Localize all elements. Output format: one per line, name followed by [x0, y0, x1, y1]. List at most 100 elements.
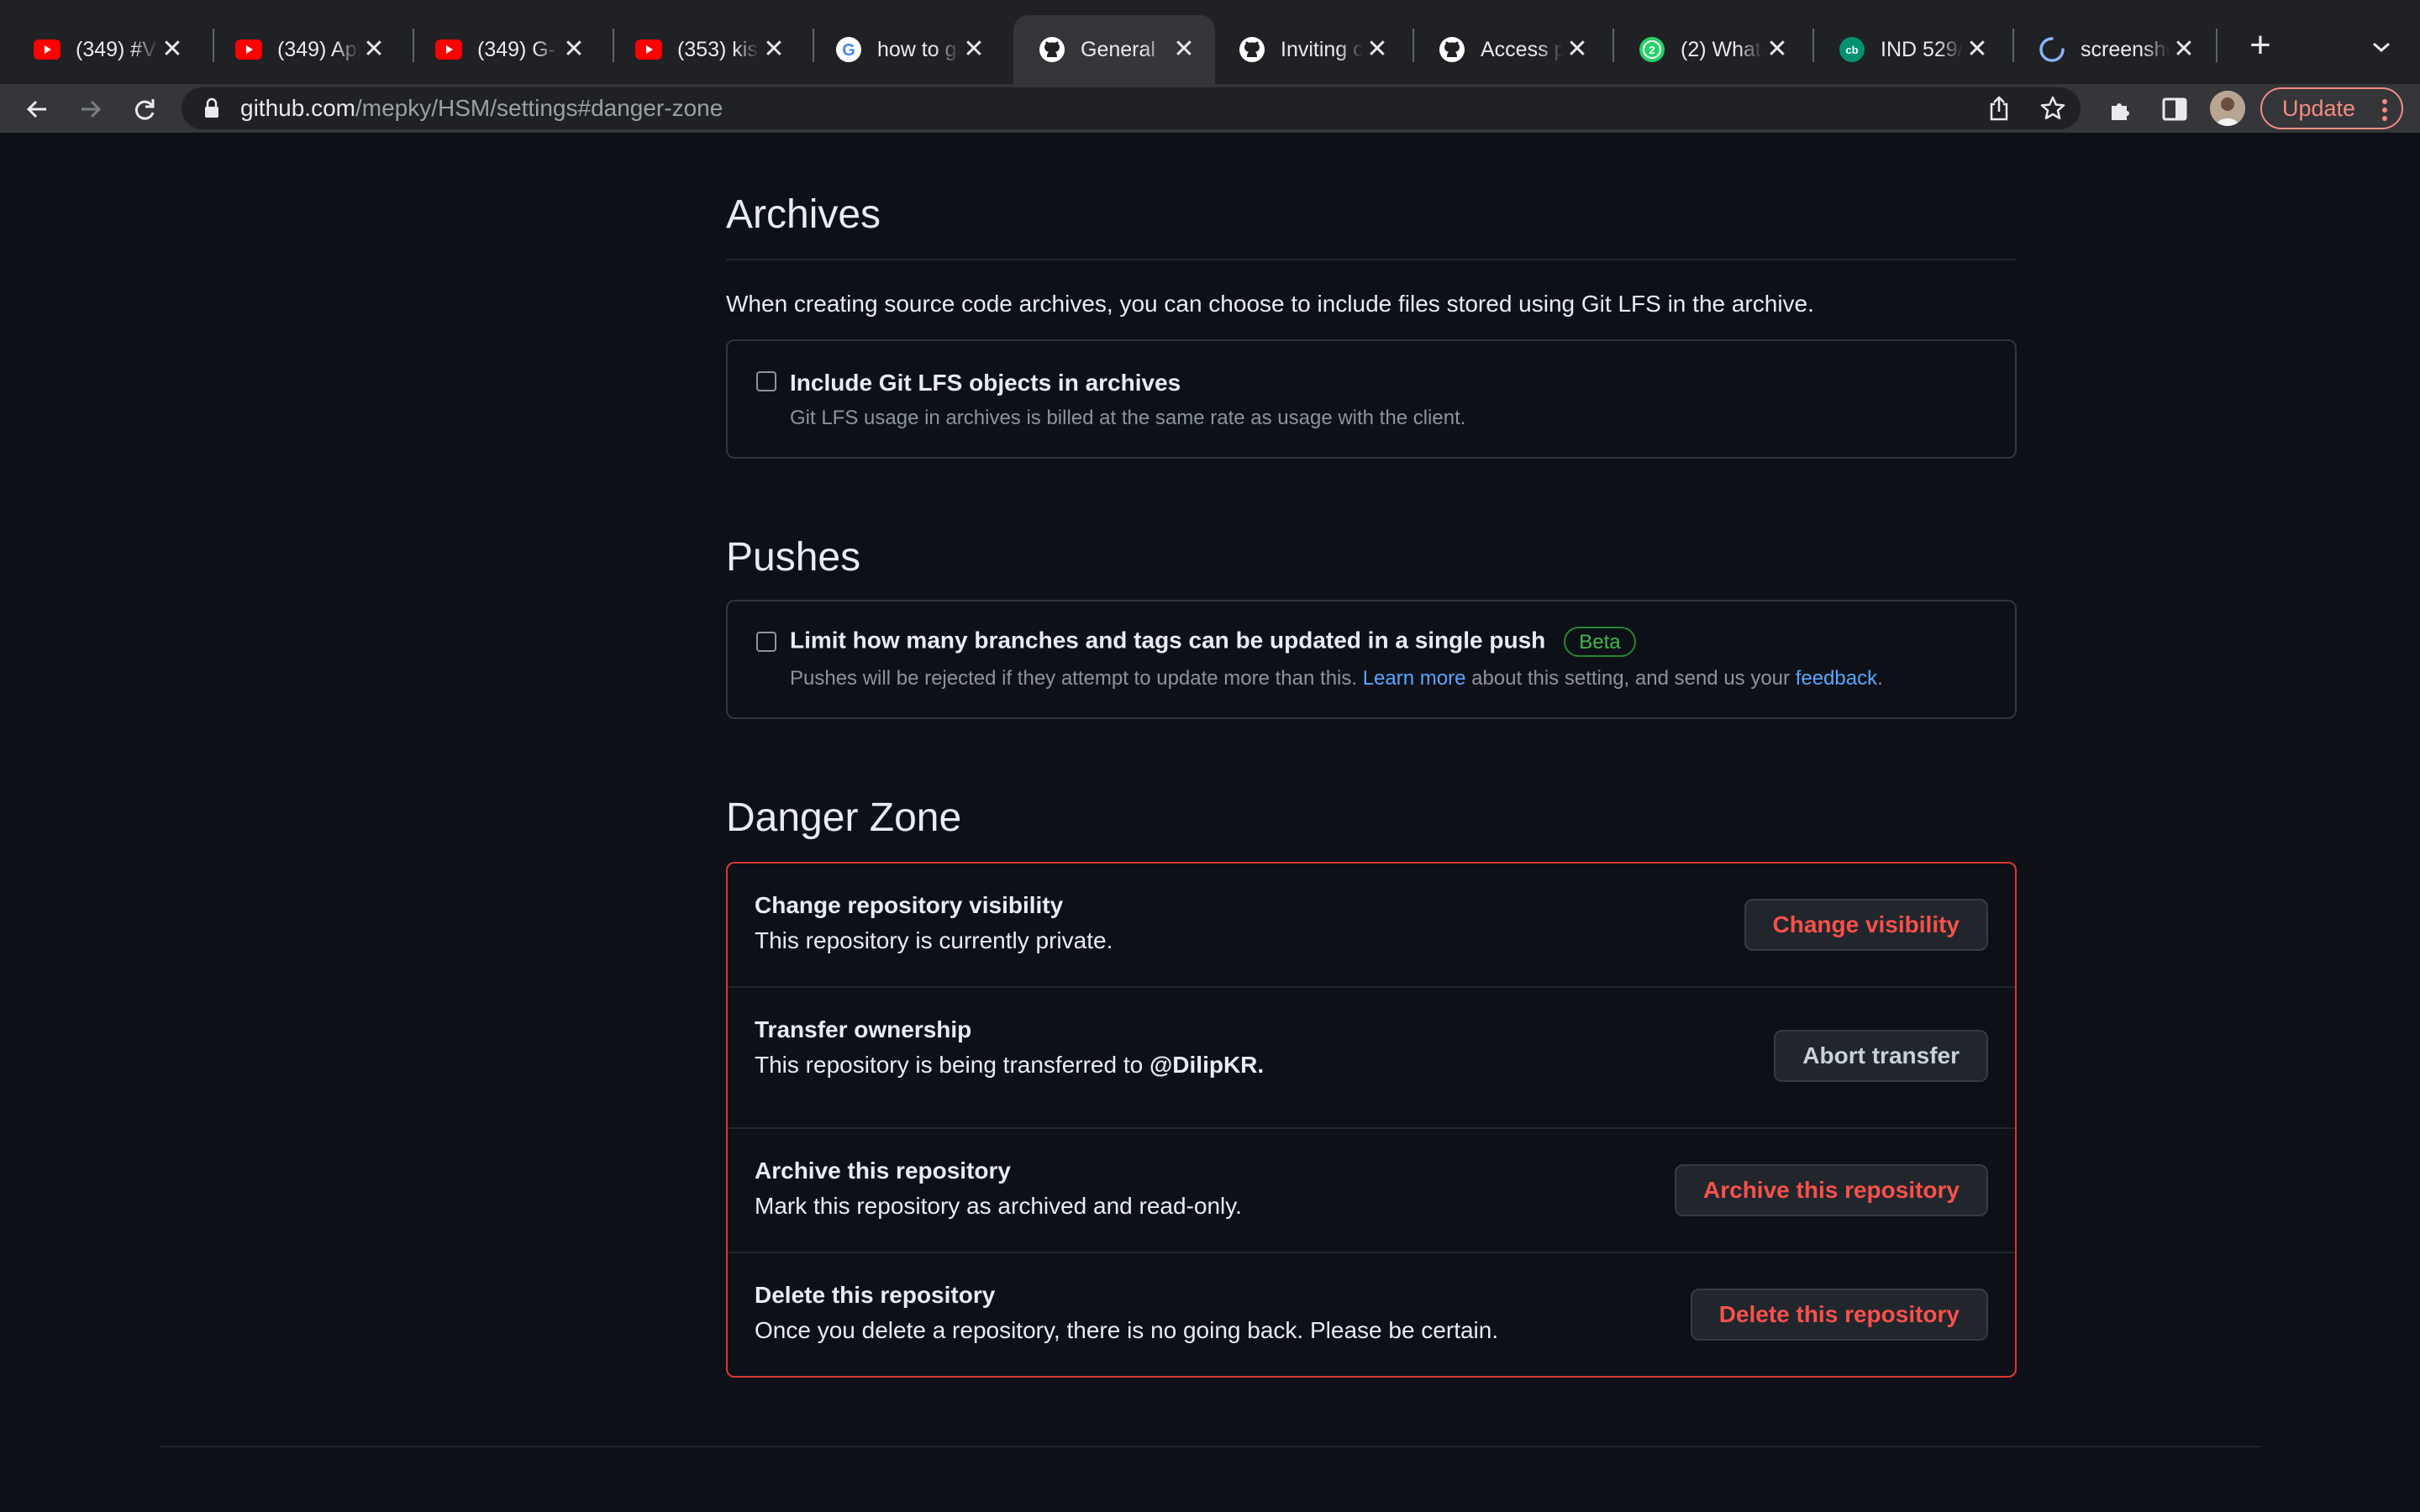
- archive-description: Mark this repository as archived and rea…: [755, 1193, 1242, 1219]
- whatsapp-icon: 2: [1639, 36, 1665, 63]
- close-icon[interactable]: ✕: [960, 35, 988, 64]
- share-icon[interactable]: [1978, 87, 2020, 129]
- browser-tab[interactable]: Inviting co ✕: [1213, 15, 1408, 84]
- transfer-desc-text: This repository is being transferred to: [755, 1052, 1150, 1078]
- browser-tab-strip: (349) #Vi ✕ (349) App ✕ (349) G-1 ✕ (353…: [0, 0, 2420, 84]
- tab-title: (353) kish: [677, 37, 760, 61]
- transfer-title: Transfer ownership: [755, 1016, 972, 1042]
- browser-tab[interactable]: cb IND 529/5 ✕: [1813, 15, 2008, 84]
- browser-tab[interactable]: (349) G-1 ✕: [410, 15, 605, 84]
- close-icon[interactable]: ✕: [1763, 35, 1791, 64]
- learn-more-link[interactable]: Learn more: [1363, 667, 1466, 690]
- lock-icon[interactable]: [200, 97, 224, 120]
- bookmark-star-icon[interactable]: [2032, 87, 2074, 129]
- youtube-icon: [435, 36, 462, 63]
- back-button[interactable]: [15, 87, 59, 131]
- update-button[interactable]: Update: [2260, 87, 2403, 129]
- close-icon[interactable]: ✕: [1563, 35, 1591, 64]
- danger-row-visibility: Change repository visibility This reposi…: [728, 864, 2015, 986]
- reload-icon: [134, 99, 155, 120]
- tab-title: (349) App: [277, 37, 360, 61]
- arrow-right-icon: [82, 100, 102, 118]
- change-visibility-button[interactable]: Change visibility: [1744, 899, 1988, 951]
- side-panel-button[interactable]: [2153, 87, 2196, 131]
- tab-title: screensho: [2081, 37, 2170, 61]
- transfer-description: This repository is being transferred to …: [755, 1052, 1264, 1079]
- include-lfs-checkbox[interactable]: [756, 371, 776, 391]
- close-icon[interactable]: ✕: [1170, 35, 1198, 64]
- close-icon[interactable]: ✕: [1363, 35, 1392, 64]
- tab-search-button[interactable]: [2358, 24, 2405, 71]
- visibility-description: This repository is currently private.: [755, 927, 1113, 953]
- abort-transfer-button[interactable]: Abort transfer: [1774, 1030, 1988, 1082]
- tab-title: (349) #Vi: [76, 37, 158, 61]
- browser-tab[interactable]: (349) #Vi ✕: [8, 15, 203, 84]
- browser-tab[interactable]: screensho ✕: [2013, 15, 2215, 84]
- browser-tab[interactable]: 2 (2) Whats ✕: [1613, 15, 1808, 84]
- archive-title: Archive this repository: [755, 1158, 1011, 1184]
- browser-tab[interactable]: (349) App ✕: [210, 15, 405, 84]
- beta-badge: Beta: [1564, 627, 1636, 657]
- danger-row-archive: Archive this repository Mark this reposi…: [728, 1129, 2015, 1252]
- github-icon: [1039, 36, 1065, 63]
- browser-toolbar: github.com/mepky/HSM/settings#danger-zon…: [0, 84, 2420, 133]
- new-tab-button[interactable]: +: [2235, 20, 2286, 71]
- close-icon[interactable]: ✕: [1963, 35, 1991, 64]
- transfer-target-user: @DilipKR.: [1149, 1052, 1265, 1078]
- limit-push-label[interactable]: Limit how many branches and tags can be …: [790, 627, 1636, 657]
- delete-repository-button[interactable]: Delete this repository: [1690, 1289, 1988, 1341]
- update-label: Update: [2282, 95, 2356, 121]
- close-icon[interactable]: ✕: [560, 35, 588, 64]
- forward-button[interactable]: [69, 87, 113, 131]
- close-icon[interactable]: ✕: [760, 35, 788, 64]
- more-vertical-icon: [2382, 99, 2387, 121]
- youtube-icon: [635, 36, 662, 63]
- address-bar[interactable]: github.com/mepky/HSM/settings#danger-zon…: [182, 87, 2081, 129]
- github-icon: [1239, 36, 1265, 63]
- plus-icon: +: [2249, 24, 2271, 66]
- puzzle-icon: [2112, 103, 2129, 120]
- limit-push-checkbox[interactable]: [756, 632, 776, 652]
- svg-text:G: G: [842, 41, 855, 60]
- browser-tab[interactable]: G how to git ✕: [810, 15, 1005, 84]
- reload-button[interactable]: [123, 87, 166, 131]
- close-icon[interactable]: ✕: [158, 35, 187, 64]
- archive-repository-button[interactable]: Archive this repository: [1675, 1164, 1988, 1216]
- desc-text: .: [1877, 667, 1883, 690]
- close-icon[interactable]: ✕: [360, 35, 388, 64]
- google-icon: G: [835, 36, 862, 63]
- pushes-option-box: Limit how many branches and tags can be …: [726, 600, 2017, 719]
- browser-tab[interactable]: (353) kish ✕: [610, 15, 805, 84]
- browser-tab[interactable]: Access pe ✕: [1413, 15, 1608, 84]
- tab-separator: [2216, 29, 2217, 62]
- side-panel-icon: [2162, 97, 2187, 121]
- browser-tab-active[interactable]: General ✕: [1013, 15, 1215, 84]
- danger-zone-heading: Danger Zone: [726, 795, 962, 840]
- tab-title: IND 529/5: [1881, 37, 1963, 61]
- footer-divider: [160, 1446, 2260, 1447]
- url-text[interactable]: github.com/mepky/HSM/settings#danger-zon…: [240, 95, 723, 122]
- divider: [726, 259, 2017, 260]
- github-icon: [1439, 36, 1465, 63]
- loading-spinner-icon: [2039, 36, 2065, 63]
- pushes-heading: Pushes: [726, 535, 861, 580]
- danger-row-transfer: Transfer ownership This repository is be…: [728, 988, 2015, 1127]
- archives-option-box: Include Git LFS objects in archives Git …: [726, 339, 2017, 459]
- delete-description: Once you delete a repository, there is n…: [755, 1317, 1499, 1343]
- profile-avatar[interactable]: [2210, 91, 2245, 126]
- tab-title: how to git: [877, 37, 960, 61]
- include-lfs-label[interactable]: Include Git LFS objects in archives: [790, 370, 1181, 396]
- danger-zone-box: Change repository visibility This reposi…: [726, 862, 2017, 1378]
- close-icon[interactable]: ✕: [2170, 35, 2198, 64]
- extensions-button[interactable]: [2099, 87, 2143, 131]
- svg-text:cb: cb: [1845, 44, 1858, 56]
- feedback-link[interactable]: feedback: [1796, 667, 1877, 690]
- archives-heading: Archives: [726, 192, 881, 237]
- limit-push-description: Pushes will be rejected if they attempt …: [790, 667, 1883, 690]
- url-host: github.com: [240, 95, 355, 121]
- tab-title: General: [1081, 37, 1155, 61]
- visibility-title: Change repository visibility: [755, 892, 1064, 918]
- cricbuzz-icon: cb: [1839, 36, 1865, 63]
- chevron-down-icon: [2373, 42, 2390, 53]
- youtube-icon: [34, 36, 60, 63]
